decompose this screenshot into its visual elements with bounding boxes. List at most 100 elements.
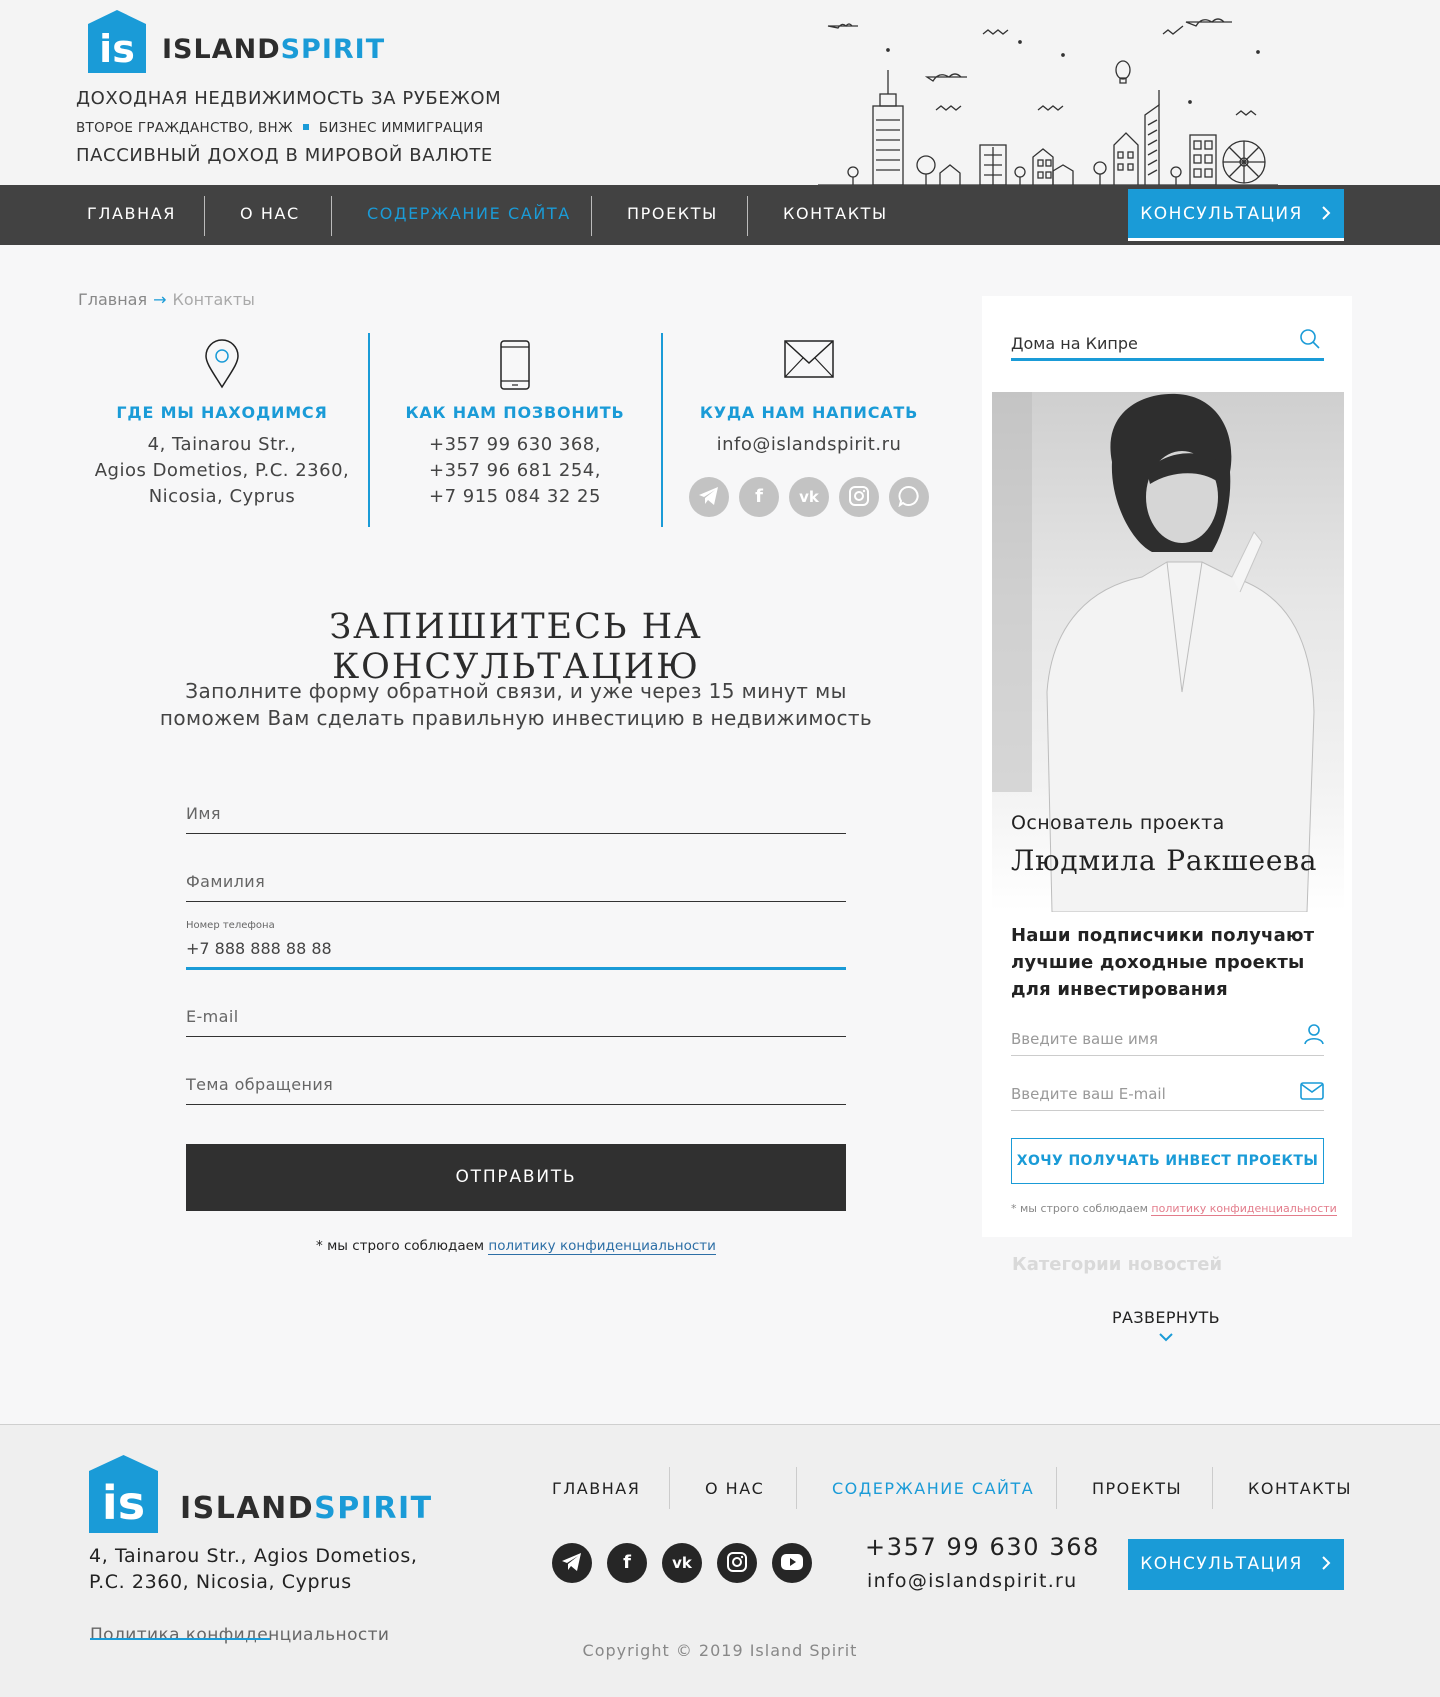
tagline-secondary: ВТОРОЕ ГРАЖДАНСТВО, ВНЖ БИЗНЕС ИММИГРАЦИЯ — [76, 120, 484, 136]
envelope-icon — [784, 340, 834, 378]
privacy-link-underline — [90, 1638, 270, 1640]
footer-address: 4, Tainarou Str., Agios Dometios, P.C. 2… — [89, 1545, 418, 1593]
topic-field[interactable]: Тема обращения — [186, 1065, 846, 1105]
sidebar-search-input[interactable]: Дома на Кипре — [1011, 334, 1138, 353]
subscribe-name-field[interactable]: Введите ваше имя — [1011, 1016, 1324, 1056]
nav-item-contacts[interactable]: КОНТАКТЫ — [783, 185, 888, 245]
consultation-button[interactable]: КОНСУЛЬТАЦИЯ — [1128, 189, 1344, 241]
breadcrumb-current: Контакты — [172, 290, 255, 309]
site-header: is ISLANDSPIRIT ДОХОДНАЯ НЕДВИЖИМОСТЬ ЗА… — [0, 0, 1440, 185]
mail-icon — [1300, 1082, 1324, 1100]
privacy-policy-link[interactable]: политику конфиденциальности — [488, 1238, 716, 1255]
mail-title: КУДА НАМ НАПИСАТЬ — [699, 403, 919, 422]
form-title: ЗАПИШИТЕСЬ НА КОНСУЛЬТАЦИЮ — [329, 607, 703, 687]
search-underline — [1011, 358, 1324, 361]
surname-field[interactable]: Фамилия — [186, 862, 846, 902]
footer-nav-home[interactable]: ГЛАВНАЯ — [552, 1479, 640, 1498]
svg-text:is: is — [102, 1476, 145, 1530]
submit-button[interactable]: ОТПРАВИТЬ — [186, 1144, 846, 1211]
phone-field[interactable]: Номер телефона +7 888 888 88 88 — [186, 920, 846, 970]
bullet-dot — [302, 124, 309, 130]
nav-item-about[interactable]: О НАС — [240, 185, 300, 245]
copyright: Copyright © 2019 Island Spirit — [582, 1641, 858, 1660]
instagram-icon[interactable] — [717, 1543, 757, 1583]
phone-number-link[interactable]: +7 915 084 32 25 — [370, 484, 660, 510]
founder-name: Людмила Ракшеева — [1011, 844, 1318, 877]
footer-privacy-link[interactable]: Политика конфиденциальности — [90, 1625, 389, 1645]
footer-nav-divider — [1212, 1467, 1213, 1509]
nav-divider — [591, 196, 592, 236]
tagline-income: ПАССИВНЫЙ ДОХОД В МИРОВОЙ ВАЛЮТЕ — [76, 145, 493, 166]
user-icon — [1304, 1024, 1324, 1045]
chevron-right-icon — [1322, 1556, 1331, 1570]
contact-mail: КУДА НАМ НАПИСАТЬ info@islandspirit.ru — [664, 333, 954, 458]
nav-divider — [331, 196, 332, 236]
consultation-button-label: КОНСУЛЬТАЦИЯ — [1140, 204, 1303, 224]
nav-item-site-content[interactable]: СОДЕРЖАНИЕ САЙТА — [367, 185, 571, 245]
footer-nav-divider — [1056, 1467, 1057, 1509]
phone-field-value: +7 888 888 88 88 — [186, 939, 332, 958]
news-categories-title: Категории новостей — [1012, 1254, 1223, 1275]
nav-divider — [747, 196, 748, 236]
phone-numbers: +357 99 630 368, +357 96 681 254, +7 915… — [370, 432, 660, 510]
subscribe-text: Наши подписчики получают лучшие доходные… — [1011, 925, 1315, 1000]
telegram-icon[interactable] — [689, 477, 729, 517]
breadcrumb-arrow: → — [153, 290, 167, 309]
youtube-icon[interactable] — [772, 1543, 812, 1583]
founder-portrait-image — [992, 392, 1315, 912]
footer-email[interactable]: info@islandspirit.ru — [867, 1570, 1078, 1592]
nav-item-home[interactable]: ГЛАВНАЯ — [87, 185, 176, 245]
subscribe-email-field[interactable]: Введите ваш E-mail — [1011, 1071, 1324, 1111]
nav-item-projects[interactable]: ПРОЕКТЫ — [627, 185, 718, 245]
footer-nav-divider — [796, 1467, 797, 1509]
subscribe-button[interactable]: ХОЧУ ПОЛУЧАТЬ ИНВЕСТ ПРОЕКТЫ — [1011, 1138, 1324, 1184]
contact-phone: КАК НАМ ПОЗВОНИТЬ +357 99 630 368, +357 … — [370, 333, 660, 510]
vk-icon[interactable]: vk — [662, 1543, 702, 1583]
form-privacy-note: * мы строго соблюдаем политику конфиденц… — [316, 1238, 716, 1255]
location-pin-icon — [205, 339, 239, 389]
mail-address[interactable]: info@islandspirit.ru — [664, 432, 954, 458]
column-divider — [661, 333, 663, 527]
vk-icon[interactable]: vk — [789, 477, 829, 517]
facebook-icon[interactable]: f — [607, 1543, 647, 1583]
chevron-right-icon — [1322, 206, 1331, 220]
breadcrumb-home[interactable]: Главная — [78, 290, 147, 309]
footer-phone[interactable]: +357 99 630 368 — [865, 1533, 1100, 1561]
logo-icon[interactable]: is — [88, 10, 146, 73]
contact-socials: f vk — [689, 477, 939, 517]
city-skyline-illustration — [818, 18, 1278, 185]
footer-nav-contacts[interactable]: КОНТАКТЫ — [1248, 1479, 1352, 1498]
footer-logo-icon[interactable]: is — [89, 1455, 158, 1533]
footer-nav-divider — [669, 1467, 670, 1509]
phone-number-link[interactable]: +357 99 630 368, — [370, 432, 660, 458]
breadcrumb: Главная → Контакты — [78, 290, 255, 309]
phone-field-label: Номер телефона — [186, 920, 275, 931]
footer-consultation-label: КОНСУЛЬТАЦИЯ — [1140, 1554, 1303, 1574]
sidebar-privacy-link[interactable]: политику конфиденциальности — [1151, 1202, 1337, 1216]
footer-nav-about[interactable]: О НАС — [705, 1479, 764, 1498]
name-field[interactable]: Имя — [186, 794, 846, 834]
chevron-down-icon[interactable] — [1158, 1332, 1174, 1342]
email-field[interactable]: E-mail — [186, 997, 846, 1037]
instagram-icon[interactable] — [839, 477, 879, 517]
svg-text:is: is — [99, 27, 135, 71]
tagline-primary: ДОХОДНАЯ НЕДВИЖИМОСТЬ ЗА РУБЕЖОМ — [76, 88, 502, 109]
sidebar-privacy-note: * мы строго соблюдаем политику конфиденц… — [1011, 1202, 1337, 1216]
footer-logo-text[interactable]: ISLANDSPIRIT — [180, 1491, 433, 1526]
whatsapp-icon[interactable] — [889, 477, 929, 517]
form-subtitle: Заполните форму обратной связи, и уже че… — [159, 679, 873, 730]
expand-button[interactable]: РАЗВЕРНУТЬ — [1066, 1308, 1266, 1327]
footer-nav-site-content[interactable]: СОДЕРЖАНИЕ САЙТА — [832, 1479, 1034, 1498]
sidebar: Дома на Кипре Основатель проекта Людмила… — [982, 296, 1352, 1237]
main-nav: ГЛАВНАЯ О НАС СОДЕРЖАНИЕ САЙТА ПРОЕКТЫ К… — [0, 185, 1440, 245]
logo-text[interactable]: ISLANDSPIRIT — [162, 34, 385, 65]
facebook-icon[interactable]: f — [739, 477, 779, 517]
search-icon[interactable] — [1299, 328, 1321, 350]
telegram-icon[interactable] — [552, 1543, 592, 1583]
footer-consultation-button[interactable]: КОНСУЛЬТАЦИЯ — [1128, 1539, 1344, 1590]
phone-title: КАК НАМ ПОЗВОНИТЬ — [405, 403, 625, 422]
phone-number-link[interactable]: +357 96 681 254, — [370, 458, 660, 484]
contact-location: ГДЕ МЫ НАХОДИМСЯ 4, Tainarou Str., Agios… — [77, 333, 367, 510]
footer-nav-projects[interactable]: ПРОЕКТЫ — [1092, 1479, 1182, 1498]
phone-icon — [500, 340, 530, 390]
